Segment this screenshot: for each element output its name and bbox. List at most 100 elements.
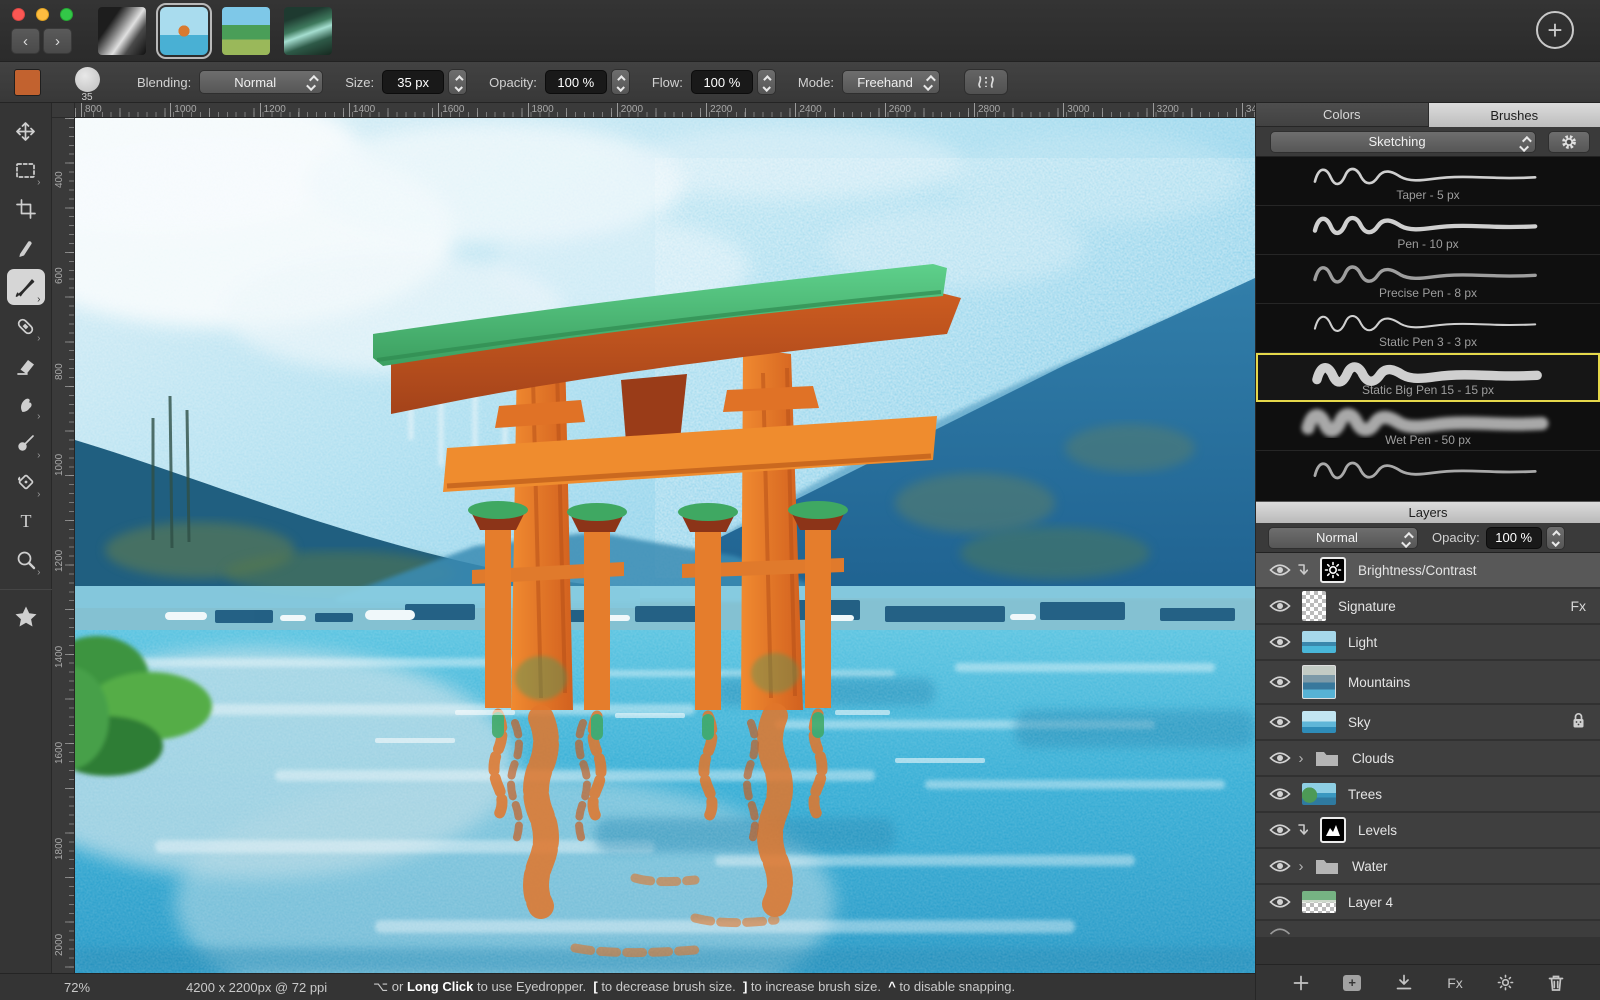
adjustment-thumbnail[interactable]	[1320, 817, 1346, 843]
layer-row[interactable]: Signature Fx	[1256, 589, 1600, 625]
brush-item[interactable]: Pen - 10 px	[1256, 206, 1600, 255]
zoom-window-button[interactable]	[60, 8, 73, 21]
healing-tool[interactable]	[7, 308, 45, 344]
visibility-eye-icon[interactable]	[1268, 895, 1292, 909]
brush-item[interactable]	[1256, 451, 1600, 491]
layer-opacity-stepper[interactable]	[1546, 526, 1565, 550]
brush-item-selected[interactable]: Static Big Pen 15 - 15 px	[1256, 353, 1600, 402]
delete-layer-button[interactable]	[1548, 974, 1564, 992]
layer-thumbnail[interactable]	[1302, 891, 1336, 913]
layer-thumbnail[interactable]	[1302, 631, 1336, 653]
marquee-select-tool[interactable]	[7, 152, 45, 188]
brush-item[interactable]: Precise Pen - 8 px	[1256, 255, 1600, 304]
layer-effects-button[interactable]: Fx	[1447, 975, 1463, 991]
merge-down-button[interactable]	[1395, 974, 1413, 991]
layer-thumbnail[interactable]	[1302, 665, 1336, 699]
visibility-eye-icon[interactable]	[1268, 715, 1292, 729]
layer-thumbnail[interactable]	[1302, 591, 1326, 621]
layers-bottom-toolbar: + Fx	[1256, 964, 1600, 1000]
close-window-button[interactable]	[12, 8, 25, 21]
zoom-level[interactable]: 72%	[64, 980, 90, 995]
layer-blend-value: Normal	[1316, 530, 1358, 545]
layer-row[interactable]: Light	[1256, 625, 1600, 661]
layer-row[interactable]: › Clouds	[1256, 741, 1600, 777]
brush-context-toolbar: 35 Blending: Normal Size: 35 px Opacity:…	[0, 62, 1600, 103]
size-stepper[interactable]	[448, 69, 467, 95]
brush-list: Taper - 5 px Pen - 10 px Precise Pen - 8…	[1256, 157, 1600, 501]
layer-opacity-value: 100 %	[1495, 530, 1532, 545]
fx-badge[interactable]: Fx	[1570, 598, 1586, 614]
visibility-eye-icon[interactable]	[1268, 751, 1292, 765]
flow-field[interactable]: 100 %	[691, 70, 753, 94]
paint-brush-tool-selected[interactable]	[7, 269, 45, 305]
document-thumbnail-2-active[interactable]	[160, 7, 208, 55]
layer-thumbnail[interactable]	[1302, 783, 1336, 805]
fill-tool[interactable]	[7, 464, 45, 500]
clone-stamp-tool[interactable]	[7, 425, 45, 461]
layer-thumbnail[interactable]	[1302, 711, 1336, 733]
expand-chevron-icon[interactable]: ›	[1292, 751, 1310, 766]
active-color-swatch[interactable]	[14, 69, 41, 96]
add-pixel-layer-button[interactable]: +	[1343, 975, 1361, 991]
back-button[interactable]: ‹	[11, 28, 40, 54]
favorites-star-tool[interactable]	[7, 598, 45, 634]
new-document-button[interactable]: +	[1536, 11, 1574, 49]
hint-text: ⌥ or Long Click to use Eyedropper. [ to …	[373, 979, 1015, 995]
move-tool[interactable]	[7, 113, 45, 149]
tab-brushes[interactable]: Brushes	[1429, 103, 1600, 127]
canvas[interactable]	[75, 118, 1255, 973]
brush-category-dropdown[interactable]: Sketching	[1270, 131, 1536, 153]
zoom-tool[interactable]	[7, 542, 45, 578]
smudge-tool[interactable]	[7, 386, 45, 422]
minimize-window-button[interactable]	[36, 8, 49, 21]
visibility-eye-icon[interactable]	[1268, 787, 1292, 801]
visibility-eye-icon[interactable]	[1268, 635, 1292, 649]
adjustment-button[interactable]	[1497, 974, 1514, 991]
layer-row[interactable]: Brightness/Contrast	[1256, 553, 1600, 589]
layer-row[interactable]: › Water	[1256, 849, 1600, 885]
visibility-eye-icon[interactable]	[1268, 563, 1292, 577]
opacity-field[interactable]: 100 %	[545, 70, 607, 94]
folder-icon	[1314, 856, 1340, 876]
eraser-tool[interactable]	[7, 347, 45, 383]
layer-opacity-field[interactable]: 100 %	[1486, 527, 1542, 549]
document-thumbnail-4[interactable]	[284, 7, 332, 55]
blending-dropdown[interactable]: Normal	[199, 70, 323, 94]
brush-settings-button[interactable]	[1548, 131, 1590, 153]
layer-row[interactable]: Levels	[1256, 813, 1600, 849]
brush-item[interactable]: Static Pen 3 - 3 px	[1256, 304, 1600, 353]
layer-row[interactable]: Mountains	[1256, 661, 1600, 705]
smudge-finger-icon	[16, 394, 36, 414]
brush-item[interactable]: Wet Pen - 50 px	[1256, 402, 1600, 451]
layer-row[interactable]: Sky	[1256, 705, 1600, 741]
visibility-eye-icon[interactable]	[1268, 823, 1292, 837]
stabiliser-button[interactable]	[964, 69, 1008, 95]
opacity-stepper[interactable]	[611, 69, 630, 95]
clone-pin-icon	[16, 433, 36, 453]
forward-button[interactable]: ›	[43, 28, 72, 54]
layer-blend-dropdown[interactable]: Normal	[1268, 527, 1418, 549]
color-picker-pen-tool[interactable]	[7, 230, 45, 266]
visibility-eye-icon[interactable]	[1268, 859, 1292, 873]
layer-row[interactable]: Trees	[1256, 777, 1600, 813]
updown-chevrons-icon	[309, 75, 316, 91]
size-field[interactable]: 35 px	[382, 70, 444, 94]
svg-text:T: T	[20, 511, 31, 531]
flow-stepper[interactable]	[757, 69, 776, 95]
window-titlebar: ‹ › +	[0, 0, 1600, 62]
document-thumbnail-1[interactable]	[98, 7, 146, 55]
document-thumbnail-3[interactable]	[222, 7, 270, 55]
visibility-eye-icon[interactable]	[1268, 599, 1292, 613]
visibility-eye-icon[interactable]	[1268, 675, 1292, 689]
layer-row-partial[interactable]	[1256, 921, 1600, 937]
layer-row[interactable]: Layer 4	[1256, 885, 1600, 921]
tab-colors[interactable]: Colors	[1256, 103, 1429, 127]
crop-tool[interactable]	[7, 191, 45, 227]
text-tool[interactable]: T	[7, 503, 45, 539]
add-layer-button[interactable]	[1293, 975, 1309, 991]
brush-item[interactable]: Taper - 5 px	[1256, 157, 1600, 206]
lock-icon[interactable]	[1571, 712, 1586, 732]
expand-chevron-icon[interactable]: ›	[1292, 859, 1310, 874]
adjustment-thumbnail[interactable]	[1320, 557, 1346, 583]
mode-dropdown[interactable]: Freehand	[842, 70, 940, 94]
